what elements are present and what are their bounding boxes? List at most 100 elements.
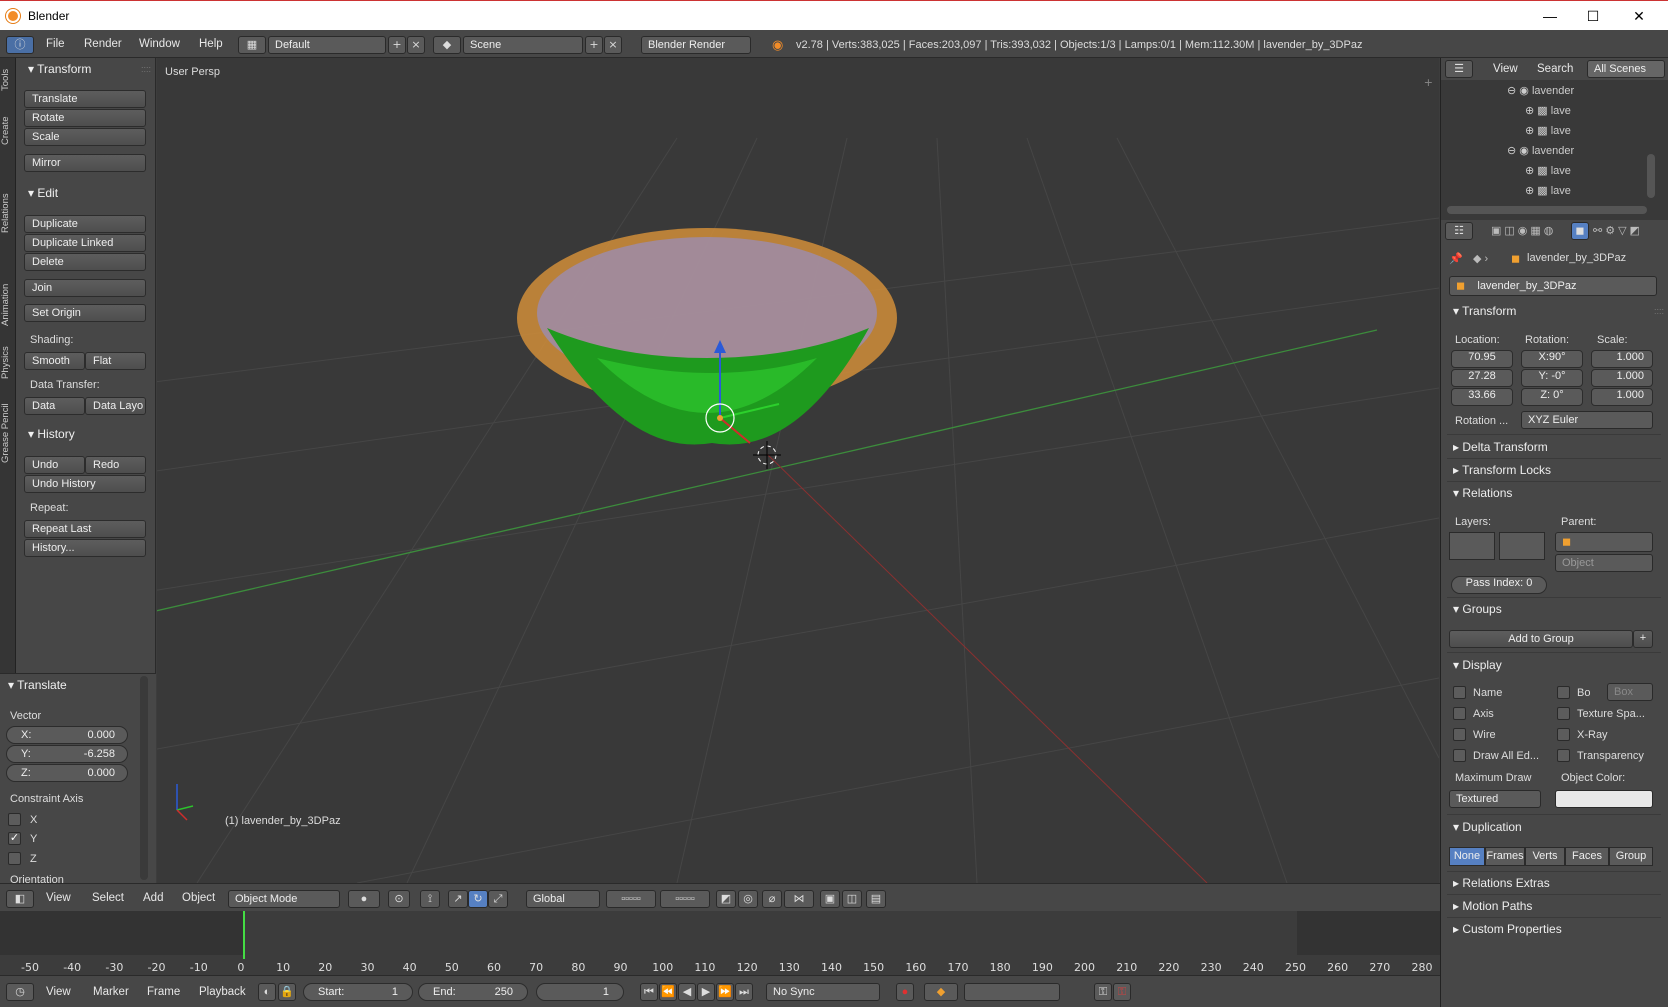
delta-transform-section[interactable]: ▸ Delta Transform xyxy=(1453,440,1548,454)
vector-y-field[interactable]: Y: -6.258 xyxy=(6,745,128,763)
parent-type-select[interactable]: Object xyxy=(1555,554,1653,572)
tl-menu-marker[interactable]: Marker xyxy=(93,986,129,998)
timeline-editor-icon[interactable]: ◷ xyxy=(6,983,34,1001)
bounds-type-select[interactable]: Box xyxy=(1607,683,1653,701)
parent-field[interactable]: ◼ xyxy=(1555,532,1653,552)
display-mode-select[interactable]: All Scenes xyxy=(1587,60,1665,78)
outliner-row[interactable]: ⊕ ▩ lave xyxy=(1525,104,1571,117)
undo-history-button[interactable]: Undo History xyxy=(24,475,146,493)
location-y-field[interactable]: 27.28 xyxy=(1451,369,1513,387)
constraint-y-checkbox[interactable]: ✓ xyxy=(8,832,21,845)
custom-properties-section[interactable]: ▸ Custom Properties xyxy=(1453,922,1562,936)
scene-remove-icon[interactable]: × xyxy=(604,36,622,54)
dupli-faces-toggle[interactable]: Faces xyxy=(1565,847,1609,866)
shading-mode-icon[interactable]: ● xyxy=(348,890,380,908)
groups-section[interactable]: ▾ Groups xyxy=(1453,602,1502,616)
draw-all-edges-checkbox[interactable] xyxy=(1453,749,1466,762)
insert-keyframe-icon[interactable]: ⚿ xyxy=(1094,983,1112,1001)
modifier-tabs-icon[interactable]: ⚯⚙▽◩ xyxy=(1593,224,1643,237)
dupli-frames-toggle[interactable]: Frames xyxy=(1485,847,1525,866)
max-draw-select[interactable]: Textured xyxy=(1449,790,1541,808)
next-keyframe-icon[interactable]: ⏩ xyxy=(716,983,734,1001)
scene-field[interactable]: Scene xyxy=(463,36,583,54)
tl-menu-view[interactable]: View xyxy=(46,986,71,998)
scale-button[interactable]: Scale xyxy=(24,128,146,146)
keying-set-field[interactable] xyxy=(964,983,1060,1001)
add-to-group-button[interactable]: Add to Group xyxy=(1449,630,1633,648)
rotation-x-field[interactable]: X:90° xyxy=(1521,350,1583,368)
info-editor-type-icon[interactable]: ⓘ xyxy=(6,36,34,54)
vp-menu-object[interactable]: Object xyxy=(182,892,215,904)
transform-section-title[interactable]: ▾ Transform xyxy=(1453,304,1516,318)
manipulator-toggle-icon[interactable]: ⟟ xyxy=(420,890,440,908)
object-context-icon[interactable]: ◼ xyxy=(1571,222,1589,240)
data-layout-button[interactable]: Data Layo xyxy=(85,397,146,415)
keying-set-icon[interactable]: ◆ xyxy=(924,983,958,1001)
tab-physics[interactable]: Physics xyxy=(0,338,16,388)
display-wire-checkbox[interactable] xyxy=(1453,728,1466,741)
vector-z-field[interactable]: Z: 0.000 xyxy=(6,764,128,782)
flat-button[interactable]: Flat xyxy=(85,352,146,370)
current-frame-field[interactable]: 1 xyxy=(536,983,624,1001)
menu-window[interactable]: Window xyxy=(139,38,180,50)
object-color-swatch[interactable] xyxy=(1555,790,1653,808)
context-tabs-icon[interactable]: ▣◫◉▦◍ xyxy=(1491,224,1556,237)
location-z-field[interactable]: 33.66 xyxy=(1451,388,1513,406)
lock-range-icon[interactable]: 🔒 xyxy=(278,983,296,1001)
tab-animation[interactable]: Animation xyxy=(0,270,16,340)
join-button[interactable]: Join xyxy=(24,279,146,297)
opengl-render-icon[interactable]: ▤ xyxy=(866,890,886,908)
prev-keyframe-icon[interactable]: ⏪ xyxy=(659,983,677,1001)
translate-button[interactable]: Translate xyxy=(24,90,146,108)
duplication-section[interactable]: ▾ Duplication xyxy=(1453,820,1522,834)
add-group-plus-icon[interactable]: + xyxy=(1633,630,1653,648)
manipulator-rotate-icon[interactable]: ↻ xyxy=(468,890,488,908)
layers-grid-a[interactable] xyxy=(1449,532,1495,560)
end-frame-field[interactable]: End: 250 xyxy=(418,983,528,1001)
delete-button[interactable]: Delete xyxy=(24,253,146,271)
texture-space-checkbox[interactable] xyxy=(1557,707,1570,720)
constraint-z-checkbox[interactable] xyxy=(8,852,21,865)
render-icon[interactable]: ▣ xyxy=(820,890,840,908)
outliner-editor-icon[interactable]: ☰ xyxy=(1445,60,1473,78)
scale-z-field[interactable]: 1.000 xyxy=(1591,388,1653,406)
display-name-checkbox[interactable] xyxy=(1453,686,1466,699)
duplicate-button[interactable]: Duplicate xyxy=(24,215,146,233)
transform-panel-title[interactable]: ▾ Transform xyxy=(28,62,91,76)
dupli-group-toggle[interactable]: Group xyxy=(1609,847,1653,866)
editor-type-icon[interactable]: ◧ xyxy=(6,890,34,908)
camera-icon[interactable]: ◫ xyxy=(842,890,862,908)
record-icon[interactable]: ● xyxy=(896,983,914,1001)
rotation-z-field[interactable]: Z: 0° xyxy=(1521,388,1583,406)
rotation-mode-select[interactable]: XYZ Euler xyxy=(1521,411,1653,429)
display-section[interactable]: ▾ Display xyxy=(1453,658,1502,672)
outliner-hscroll[interactable] xyxy=(1447,206,1647,214)
outliner-row[interactable]: ⊖ ◉ lavender xyxy=(1507,84,1574,97)
operator-title[interactable]: ▾ Translate xyxy=(8,678,67,692)
start-frame-field[interactable]: Start: 1 xyxy=(303,983,413,1001)
data-button[interactable]: Data xyxy=(24,397,85,415)
layers-grid-2[interactable]: ▫▫▫▫▫ xyxy=(660,890,710,908)
play-reverse-icon[interactable]: ◀ xyxy=(678,983,696,1001)
menu-file[interactable]: File xyxy=(46,38,65,50)
viewport-expand-icon[interactable]: + xyxy=(1424,76,1433,89)
display-bounds-checkbox[interactable] xyxy=(1557,686,1570,699)
transparency-checkbox[interactable] xyxy=(1557,749,1570,762)
scene-link-icon[interactable]: ◆ › xyxy=(1473,252,1488,265)
render-engine-select[interactable]: Blender Render xyxy=(641,36,751,54)
properties-editor-icon[interactable]: ☷ xyxy=(1445,222,1473,240)
display-axis-checkbox[interactable] xyxy=(1453,707,1466,720)
outliner-row[interactable]: ⊖ ◉ lavender xyxy=(1507,144,1574,157)
history-panel-title[interactable]: ▾ History xyxy=(28,427,75,441)
smooth-button[interactable]: Smooth xyxy=(24,352,85,370)
jump-start-icon[interactable]: ⏮ xyxy=(640,983,658,1001)
vp-menu-select[interactable]: Select xyxy=(92,892,124,904)
operator-scrollbar[interactable] xyxy=(140,676,148,880)
dupli-verts-toggle[interactable]: Verts xyxy=(1525,847,1565,866)
scene-icon[interactable]: ◆ xyxy=(433,36,461,54)
manipulator-translate-icon[interactable]: ↗ xyxy=(448,890,468,908)
minimize-button[interactable]: — xyxy=(1530,5,1570,27)
repeat-last-button[interactable]: Repeat Last xyxy=(24,520,146,538)
vector-x-field[interactable]: X: 0.000 xyxy=(6,726,128,744)
snap-element-icon[interactable]: ⋈ xyxy=(784,890,814,908)
